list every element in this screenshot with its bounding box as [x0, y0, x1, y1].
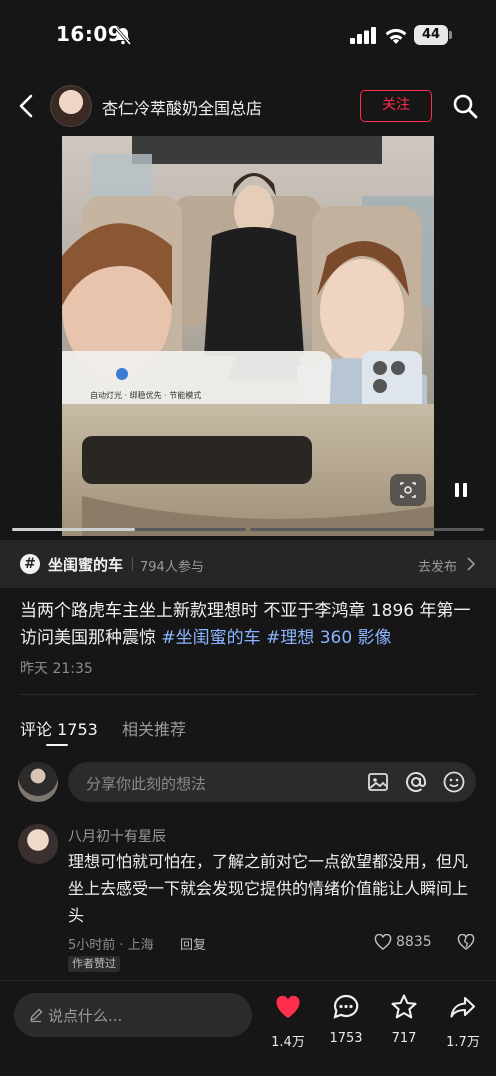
video-progress-bar[interactable] — [12, 528, 484, 531]
image-icon[interactable] — [366, 770, 390, 794]
post-time: 昨天 21:35 — [20, 661, 93, 677]
search-icon[interactable] — [452, 93, 478, 119]
hashtag-link[interactable]: #坐闺蜜的车 — [161, 628, 260, 648]
svg-text:自动灯光 · 绑稳优先 · 节能模式: 自动灯光 · 绑稳优先 · 节能模式 — [90, 390, 201, 400]
progress-fill — [12, 528, 135, 531]
star-icon — [391, 994, 417, 1019]
reply-button[interactable]: 回复 — [180, 934, 206, 953]
comment-input[interactable]: 分享你此刻的想法 — [68, 762, 476, 802]
comment-button[interactable]: 1753 — [318, 991, 374, 1051]
comment-placeholder: 分享你此刻的想法 — [86, 775, 207, 793]
favorite-count: 717 — [391, 1031, 417, 1046]
wifi-icon — [385, 28, 407, 44]
say-something-input[interactable]: 说点什么... — [14, 993, 252, 1037]
header: 杏仁冷萃酸奶全国总店 关注 — [0, 80, 496, 132]
heart-outline-icon[interactable] — [374, 934, 392, 950]
divider — [132, 557, 133, 571]
follow-button[interactable]: 关注 — [360, 90, 432, 122]
mention-icon[interactable] — [404, 770, 428, 794]
favorite-button[interactable]: 717 — [376, 991, 432, 1051]
my-avatar — [18, 762, 58, 802]
active-tab-indicator — [46, 744, 68, 746]
tab-comments[interactable]: 评论 1753 — [20, 716, 98, 740]
bell-off-icon — [114, 27, 132, 45]
share-count: 1.7万 — [446, 1035, 480, 1050]
hashtag-link[interactable]: #理想 360 影像 — [266, 628, 392, 648]
like-button[interactable]: 1.4万 — [260, 991, 316, 1051]
author-liked-badge: 作者赞过 — [68, 956, 120, 972]
emoji-icon[interactable] — [442, 770, 466, 794]
like-count: 1.4万 — [271, 1035, 305, 1050]
progress-segment-2 — [250, 528, 484, 531]
shop-avatar[interactable] — [50, 85, 92, 127]
post-caption: 当两个路虎车主坐上新款理想时 不亚于李鸿章 1896 年第一访问美国那种震惊 #… — [20, 598, 480, 652]
comment-like-count: 8835 — [396, 934, 432, 950]
heart-icon — [276, 995, 300, 1018]
publish-link[interactable]: 去发布 — [418, 556, 457, 575]
share-button[interactable]: 1.7万 — [435, 991, 491, 1051]
battery-indicator: 44 — [414, 25, 452, 45]
pencil-icon — [29, 1008, 43, 1023]
hashtag-icon: # — [20, 554, 40, 574]
topic-name: 坐闺蜜的车 — [48, 556, 124, 574]
comment-bubble-icon — [333, 994, 359, 1019]
pause-icon[interactable] — [450, 478, 472, 502]
divider — [20, 694, 476, 695]
video-frame: 自动灯光 · 绑稳优先 · 节能模式 — [62, 136, 434, 536]
comment-meta: 5小时前 · 上海 — [68, 938, 154, 953]
topic-bar[interactable]: # 坐闺蜜的车 794人参与 去发布 — [0, 540, 496, 588]
topic-participants: 794人参与 — [140, 560, 204, 575]
status-bar: 16:09 44 — [0, 0, 496, 72]
video-player[interactable]: 自动灯光 · 绑稳优先 · 节能模式 — [62, 136, 434, 536]
broken-heart-icon[interactable] — [457, 934, 475, 950]
chevron-right-icon — [467, 557, 476, 571]
screen-capture-button[interactable] — [390, 474, 426, 506]
bottom-action-bar: 说点什么... 1.4万 1753 717 1.7万 — [0, 980, 496, 1076]
commenter-name[interactable]: 八月初十有星辰 — [68, 826, 166, 846]
share-arrow-icon — [450, 996, 476, 1018]
screenshot-icon — [400, 482, 416, 498]
commenter-avatar[interactable] — [18, 824, 58, 864]
comment-count: 1753 — [329, 1031, 363, 1046]
back-arrow-icon[interactable] — [16, 92, 38, 120]
shop-name[interactable]: 杏仁冷萃酸奶全国总店 — [102, 95, 262, 119]
signal-icon — [350, 27, 376, 44]
say-placeholder: 说点什么... — [48, 1007, 123, 1025]
tab-related[interactable]: 相关推荐 — [122, 716, 186, 740]
comment-text: 理想可怕就可怕在，了解之前对它一点欲望都没用，但凡坐上去感受一下就会发现它提供的… — [68, 852, 469, 925]
